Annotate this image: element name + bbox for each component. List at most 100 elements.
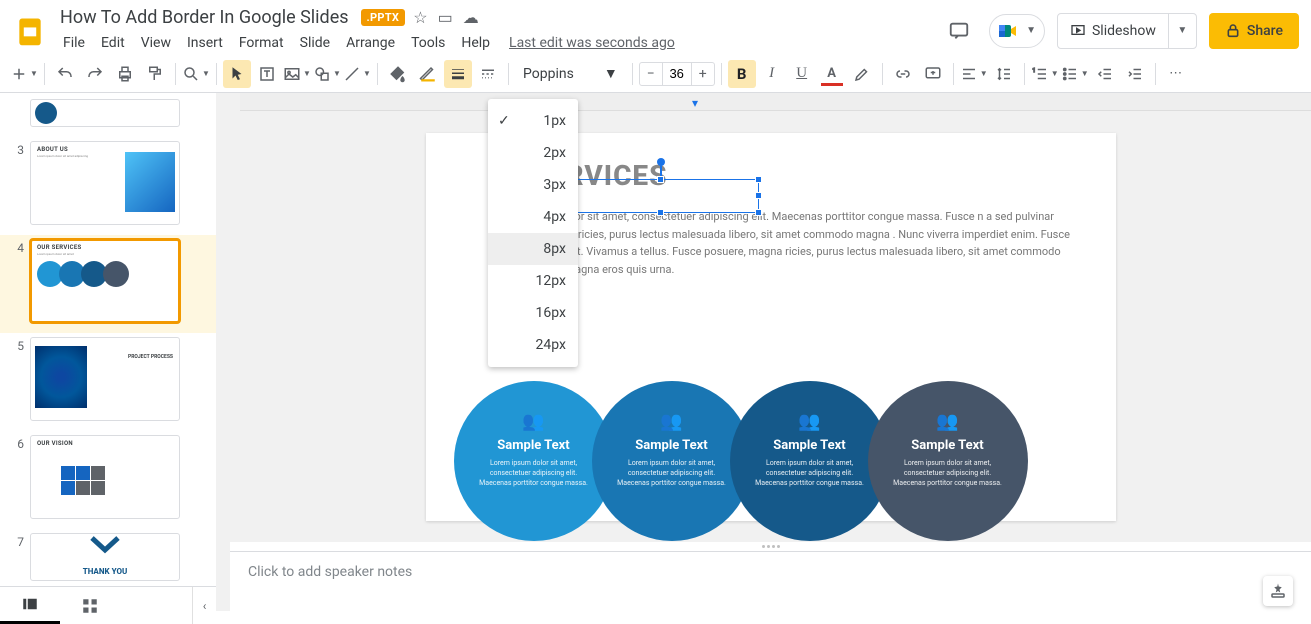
- highlight-button[interactable]: [848, 60, 876, 88]
- image-tool[interactable]: ▼: [283, 60, 311, 88]
- resize-handle[interactable]: [657, 176, 664, 183]
- explore-button[interactable]: [1263, 576, 1293, 606]
- underline-button[interactable]: U: [788, 60, 816, 88]
- slideshow-button-group: Slideshow ▼: [1057, 13, 1197, 49]
- border-weight-option-3px[interactable]: 3px: [488, 169, 578, 201]
- border-weight-option-1px[interactable]: ✓1px: [488, 105, 578, 137]
- border-weight-option-12px[interactable]: 12px: [488, 265, 578, 297]
- ruler-indent-marker[interactable]: ▾: [692, 96, 698, 110]
- insert-link-button[interactable]: [889, 60, 917, 88]
- horizontal-ruler[interactable]: ▾: [240, 93, 1311, 111]
- slide-thumb-4[interactable]: OUR SERVICES Lorem ipsum dolor sit amet: [30, 239, 180, 323]
- menu-tools[interactable]: Tools: [404, 31, 452, 55]
- insert-comment-button[interactable]: [919, 60, 947, 88]
- cloud-status-icon[interactable]: ☁: [463, 8, 479, 27]
- paint-format-button[interactable]: [141, 60, 169, 88]
- bulleted-list-button[interactable]: ▼: [1061, 60, 1089, 88]
- circle-title: Sample Text: [497, 438, 569, 453]
- slide-thumb-6[interactable]: OUR VISION: [30, 435, 180, 519]
- shape-tool[interactable]: ▼: [313, 60, 341, 88]
- resize-handle[interactable]: [755, 209, 762, 216]
- resize-handle[interactable]: [755, 176, 762, 183]
- redo-button[interactable]: [81, 60, 109, 88]
- font-family-select[interactable]: Poppins▼: [515, 60, 626, 88]
- border-weight-option-4px[interactable]: 4px: [488, 201, 578, 233]
- menu-file[interactable]: File: [56, 31, 92, 55]
- menu-insert[interactable]: Insert: [180, 31, 230, 55]
- grid-view-button[interactable]: [60, 587, 120, 624]
- bold-button[interactable]: B: [728, 60, 756, 88]
- circle-sub: Lorem ipsum dolor sit amet, consectetuer…: [592, 459, 752, 488]
- border-dash-button[interactable]: [474, 60, 502, 88]
- rotation-handle[interactable]: [657, 158, 665, 166]
- line-spacing-button[interactable]: [990, 60, 1018, 88]
- fill-color-button[interactable]: [384, 60, 412, 88]
- thumbnail-panel[interactable]: 3 ABOUT US Lorem ipsum dolor sit amet ad…: [0, 93, 216, 611]
- meet-button[interactable]: ▼: [989, 14, 1045, 48]
- circle-2[interactable]: 👥Sample TextLorem ipsum dolor sit amet, …: [592, 381, 752, 541]
- select-tool[interactable]: [223, 60, 251, 88]
- border-weight-option-16px[interactable]: 16px: [488, 297, 578, 329]
- border-weight-button[interactable]: [444, 60, 472, 88]
- numbered-list-button[interactable]: 1▼: [1031, 60, 1059, 88]
- slide-thumb-2-partial[interactable]: [30, 99, 180, 127]
- star-icon[interactable]: ☆: [413, 8, 427, 27]
- circle-4[interactable]: 👥Sample TextLorem ipsum dolor sit amet, …: [868, 381, 1028, 541]
- menu-arrange[interactable]: Arrange: [339, 31, 402, 55]
- decrease-indent-button[interactable]: [1091, 60, 1119, 88]
- selection-box[interactable]: [564, 179, 759, 213]
- slide-thumb-5[interactable]: PROJECT PROCESS: [30, 337, 180, 421]
- thumb-number: 7: [12, 533, 24, 549]
- doc-title[interactable]: How To Add Border In Google Slides: [56, 6, 353, 29]
- share-button[interactable]: Share: [1209, 13, 1299, 49]
- new-slide-button[interactable]: ▼: [10, 60, 38, 88]
- circle-1[interactable]: 👥Sample TextLorem ipsum dolor sit amet, …: [454, 381, 614, 541]
- zoom-button[interactable]: ▼: [182, 60, 210, 88]
- thumb-circles: [31, 257, 179, 287]
- filmstrip-view-button[interactable]: [0, 587, 60, 624]
- menu-help[interactable]: Help: [454, 31, 497, 55]
- font-size-decrease[interactable]: −: [640, 63, 662, 85]
- border-weight-option-8px[interactable]: 8px: [488, 233, 578, 265]
- more-button[interactable]: ⋯: [1162, 60, 1190, 88]
- menu-slide[interactable]: Slide: [293, 31, 337, 55]
- thumb-title: THANK YOU: [31, 567, 179, 576]
- toolbar: ▼ ▼ ▼ ▼ ▼ Poppins▼ − + B I U A ▼ 1▼ ▼ ⋯: [0, 55, 1311, 93]
- speaker-notes[interactable]: Click to add speaker notes: [230, 551, 1311, 611]
- border-weight-option-2px[interactable]: 2px: [488, 137, 578, 169]
- textbox-tool[interactable]: [253, 60, 281, 88]
- comment-history-icon[interactable]: [941, 13, 977, 49]
- font-family-label: Poppins: [523, 66, 574, 82]
- slide-body-text[interactable]: olor sit amet, consectetuer adipiscing e…: [566, 208, 1076, 278]
- resize-handle[interactable]: [657, 209, 664, 216]
- circle-3[interactable]: 👥Sample TextLorem ipsum dolor sit amet, …: [730, 381, 890, 541]
- slideshow-button[interactable]: Slideshow: [1058, 14, 1168, 48]
- italic-button[interactable]: I: [758, 60, 786, 88]
- border-color-button[interactable]: [414, 60, 442, 88]
- slides-logo[interactable]: [12, 13, 48, 49]
- increase-indent-button[interactable]: [1121, 60, 1149, 88]
- resize-handle[interactable]: [755, 192, 762, 199]
- collapse-panel-button[interactable]: ‹: [192, 587, 216, 624]
- notes-drag-handle[interactable]: [230, 541, 1311, 551]
- option-label: 4px: [543, 209, 566, 225]
- menu-view[interactable]: View: [134, 31, 178, 55]
- circle-sub: Lorem ipsum dolor sit amet, consectetuer…: [868, 459, 1028, 488]
- line-tool[interactable]: ▼: [343, 60, 371, 88]
- last-edit-link[interactable]: Last edit was seconds ago: [509, 35, 675, 51]
- slide-thumb-7[interactable]: THANK YOU: [30, 533, 180, 581]
- undo-button[interactable]: [51, 60, 79, 88]
- font-size-increase[interactable]: +: [692, 63, 714, 85]
- scrollbar[interactable]: [216, 93, 230, 611]
- menu-format[interactable]: Format: [232, 31, 291, 55]
- align-button[interactable]: ▼: [960, 60, 988, 88]
- print-button[interactable]: [111, 60, 139, 88]
- font-size-input[interactable]: [662, 63, 692, 85]
- slide-thumb-3[interactable]: ABOUT US Lorem ipsum dolor sit amet adip…: [30, 141, 180, 225]
- slideshow-caret[interactable]: ▼: [1168, 14, 1196, 48]
- border-weight-option-24px[interactable]: 24px: [488, 329, 578, 361]
- option-label: 1px: [543, 113, 566, 129]
- text-color-button[interactable]: A: [818, 60, 846, 88]
- menu-edit[interactable]: Edit: [94, 31, 132, 55]
- move-icon[interactable]: ▭: [438, 8, 453, 27]
